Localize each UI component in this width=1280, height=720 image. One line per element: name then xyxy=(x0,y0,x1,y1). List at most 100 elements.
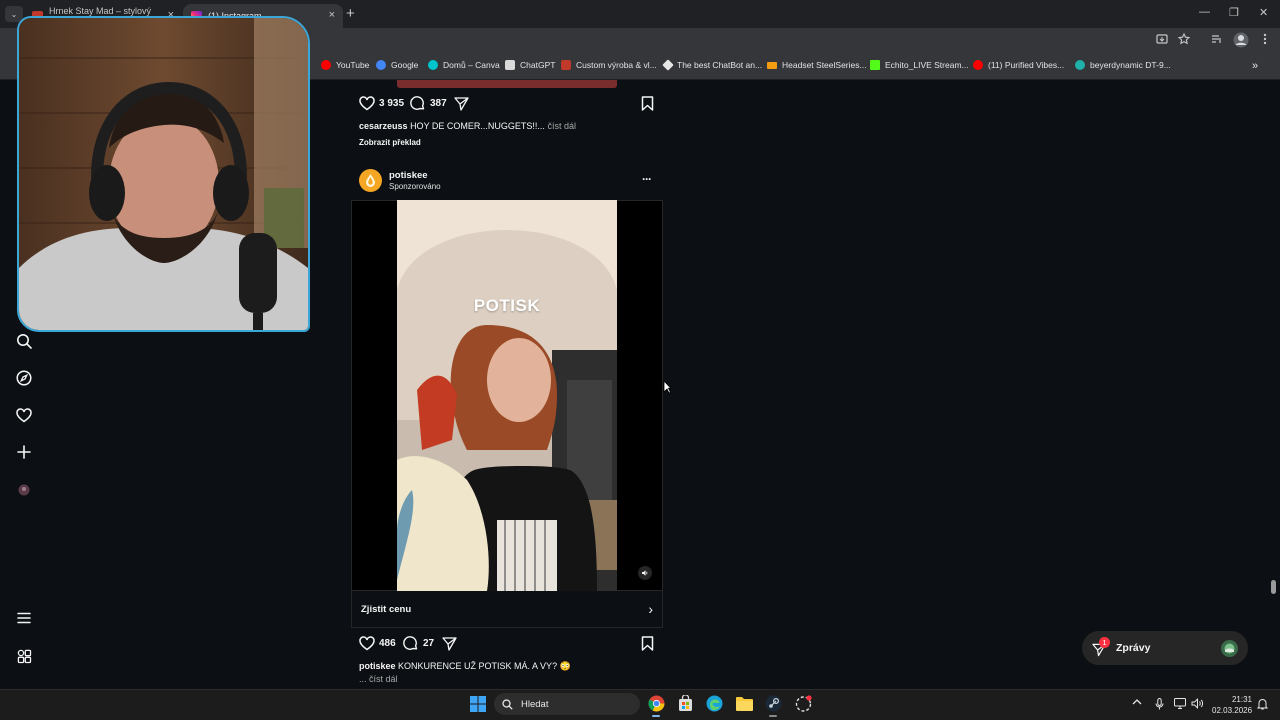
browser-menu-icon[interactable] xyxy=(1262,33,1268,48)
bookmark-label: Headset SteelSeries... xyxy=(782,60,867,70)
bookmark-kick[interactable]: Echito_LIVE Stream... xyxy=(870,60,969,70)
sponsored-label: Sponzorováno xyxy=(389,182,441,191)
more-menu-icon[interactable] xyxy=(14,608,34,628)
messages-button[interactable]: 1 Zprávy xyxy=(1082,631,1248,665)
chrome-taskbar-icon[interactable] xyxy=(648,695,665,717)
comments-count: 27 xyxy=(423,638,435,649)
profile-avatar-icon[interactable] xyxy=(14,480,34,500)
mouse-cursor-icon xyxy=(663,380,672,399)
caption-username[interactable]: cesarzeuss xyxy=(359,121,408,131)
steam-taskbar-icon[interactable] xyxy=(765,695,782,717)
messages-label: Zprávy xyxy=(1116,642,1151,654)
close-tab-icon[interactable]: × xyxy=(329,9,335,21)
volume-icon[interactable] xyxy=(1191,698,1204,712)
bookmark-label: ChatGPT xyxy=(520,60,556,70)
page-scrollbar-thumb[interactable] xyxy=(1271,580,1276,594)
comment-icon xyxy=(403,636,418,650)
chevron-right-icon: › xyxy=(648,601,653,617)
read-more-link[interactable]: ... číst dál xyxy=(359,674,398,684)
bookmark-custom-vyroba[interactable]: Custom výroba & vl... xyxy=(561,60,657,70)
file-explorer-taskbar-icon[interactable] xyxy=(736,696,753,716)
media-controls-icon[interactable] xyxy=(1211,33,1223,48)
bookmark-steelseries[interactable]: Headset SteelSeries... xyxy=(767,60,867,70)
bookmark-label: The best ChatBot an... xyxy=(677,60,763,70)
windows-taskbar xyxy=(0,689,1280,720)
active-app-indicator xyxy=(652,715,660,717)
kick-icon xyxy=(870,60,880,70)
cta-label: Zjistit cenu xyxy=(361,603,412,615)
notification-center-icon[interactable] xyxy=(1256,698,1269,713)
get-price-cta[interactable]: Zjistit cenu › xyxy=(351,591,663,628)
microphone-icon[interactable] xyxy=(1155,698,1164,713)
comment-button[interactable]: 27 xyxy=(403,636,434,651)
post-caption: potiskee KONKURENCE UŽ POTISK MÁ. A VY? … xyxy=(359,661,571,672)
edge-taskbar-icon[interactable] xyxy=(706,695,723,717)
network-icon[interactable] xyxy=(1174,698,1186,712)
bookmark-label: Echito_LIVE Stream... xyxy=(885,60,969,70)
notifications-heart-icon[interactable] xyxy=(14,405,34,425)
bookmark-star-icon[interactable] xyxy=(1177,32,1191,48)
post-author-username[interactable]: potiskee xyxy=(389,170,428,181)
post-author-avatar[interactable] xyxy=(359,169,382,192)
canva-icon xyxy=(428,60,438,70)
speaker-icon xyxy=(642,570,648,576)
bookmark-youtube[interactable]: YouTube xyxy=(321,60,369,70)
previous-post-caption: cesarzeuss HOY DE COMER...NUGGETS!!... č… xyxy=(359,121,576,131)
post-video[interactable]: POTISK xyxy=(397,200,617,591)
taskbar-search[interactable]: Hledat xyxy=(494,693,640,715)
shop-icon xyxy=(561,60,571,70)
post-options-icon[interactable]: ··· xyxy=(642,172,652,186)
share-send-icon xyxy=(442,637,457,651)
webcam-overlay xyxy=(17,16,310,332)
bookmark-beyerdynamic[interactable]: beyerdynamic DT-9... xyxy=(1075,60,1171,70)
maximize-button[interactable]: ❐ xyxy=(1229,6,1239,19)
install-app-icon[interactable] xyxy=(1156,33,1168,48)
app-taskbar-icon[interactable] xyxy=(795,695,812,717)
read-more-link[interactable]: číst dál xyxy=(547,121,576,131)
search-icon[interactable] xyxy=(14,331,34,351)
unread-badge: 1 xyxy=(1099,637,1110,648)
bookmark-label: (11) Purified Vibes... xyxy=(988,60,1065,70)
store-taskbar-icon[interactable] xyxy=(677,694,694,717)
like-button[interactable]: 3 935 xyxy=(359,96,404,111)
running-app-indicator xyxy=(769,715,777,717)
save-button[interactable] xyxy=(641,636,654,651)
previous-post-media[interactable] xyxy=(397,80,617,88)
bookmark-canva[interactable]: Domů – Canva xyxy=(428,60,500,70)
direct-message-icon: 1 xyxy=(1092,637,1110,657)
chatgpt-icon xyxy=(505,60,515,70)
window-close-button[interactable]: ✕ xyxy=(1259,6,1268,19)
clock-date: 02.03.2026 xyxy=(1212,706,1253,715)
minimize-button[interactable]: — xyxy=(1199,6,1210,18)
explore-compass-icon[interactable] xyxy=(14,368,34,388)
like-button[interactable]: 486 xyxy=(359,636,396,651)
save-button[interactable] xyxy=(641,96,654,111)
video-overlay-text: POTISK xyxy=(473,296,541,315)
video-sound-toggle[interactable] xyxy=(638,566,652,580)
bookmark-label: Domů – Canva xyxy=(443,60,500,70)
bookmarks-overflow-icon[interactable]: » xyxy=(1252,60,1258,72)
translate-link[interactable]: Zobrazit překlad xyxy=(359,138,421,147)
heart-icon xyxy=(359,96,375,111)
bookmark-chatbot[interactable]: The best ChatBot an... xyxy=(662,59,763,71)
also-from-meta-icon[interactable] xyxy=(14,646,34,666)
contact-avatar xyxy=(1221,639,1238,657)
tray-overflow-icon[interactable] xyxy=(1132,698,1142,709)
windows-start-icon[interactable] xyxy=(470,696,486,717)
comment-button[interactable]: 387 xyxy=(410,96,447,111)
caption-username[interactable]: potiskee xyxy=(359,661,396,671)
bookmark-google[interactable]: Google xyxy=(376,60,418,70)
bookmark-chatgpt[interactable]: ChatGPT xyxy=(505,60,555,70)
create-plus-icon[interactable] xyxy=(14,442,34,462)
profile-avatar-icon[interactable] xyxy=(1233,32,1249,51)
new-tab-button[interactable]: + xyxy=(346,5,355,22)
bookmark-purified-vibes[interactable]: (11) Purified Vibes... xyxy=(973,60,1064,70)
heart-icon xyxy=(359,636,375,651)
share-button[interactable] xyxy=(454,97,469,111)
beyerdynamic-icon xyxy=(1075,60,1085,70)
clock[interactable]: 21:31 02.03.2026 xyxy=(1212,694,1252,716)
bookmark-label: Custom výroba & vl... xyxy=(576,60,657,70)
search-icon xyxy=(502,698,513,710)
bookmark-label: YouTube xyxy=(336,60,370,70)
share-button[interactable] xyxy=(442,637,457,651)
